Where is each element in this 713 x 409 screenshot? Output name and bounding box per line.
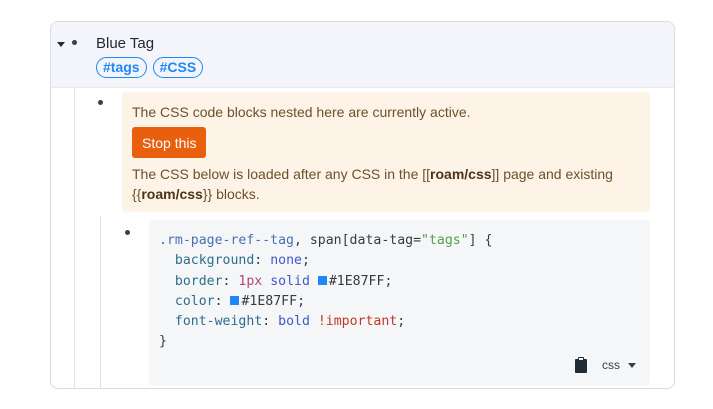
- indent-guide: [74, 88, 75, 388]
- active-css-notice: The CSS code blocks nested here are curr…: [122, 92, 650, 212]
- indent-guide-nested: [100, 216, 101, 388]
- tag-list: #tags #CSS: [96, 57, 204, 78]
- language-label: css: [602, 358, 620, 372]
- block-bullet[interactable]: [72, 40, 77, 45]
- notice-description: The CSS below is loaded after any CSS in…: [132, 166, 613, 202]
- tag-tags[interactable]: #tags: [96, 57, 147, 78]
- chevron-down-icon: [628, 362, 636, 368]
- color-swatch[interactable]: [230, 295, 240, 305]
- code-toolbar: css: [574, 357, 636, 373]
- code-bullet[interactable]: [125, 230, 130, 235]
- code-content[interactable]: .rm-page-ref--tag, span[data-tag="tags"]…: [159, 231, 493, 353]
- language-select[interactable]: css: [602, 358, 636, 372]
- block-card: Blue Tag #tags #CSS The CSS code blocks …: [50, 21, 675, 389]
- css-code-block[interactable]: .rm-page-ref--tag, span[data-tag="tags"]…: [149, 220, 650, 386]
- roam-css-block-ref[interactable]: roam/css: [141, 186, 202, 202]
- block-title[interactable]: Blue Tag: [96, 35, 154, 52]
- clipboard-icon[interactable]: [574, 357, 588, 373]
- roam-css-page-ref[interactable]: roam/css: [430, 166, 491, 182]
- child-bullet[interactable]: [98, 100, 103, 105]
- tag-css[interactable]: #CSS: [152, 57, 204, 78]
- color-swatch[interactable]: [317, 275, 327, 285]
- notice-text: The CSS code blocks nested here are curr…: [132, 104, 471, 120]
- block-header: [51, 22, 674, 88]
- caret-down-icon[interactable]: [57, 42, 65, 47]
- stop-button[interactable]: Stop this: [132, 127, 207, 158]
